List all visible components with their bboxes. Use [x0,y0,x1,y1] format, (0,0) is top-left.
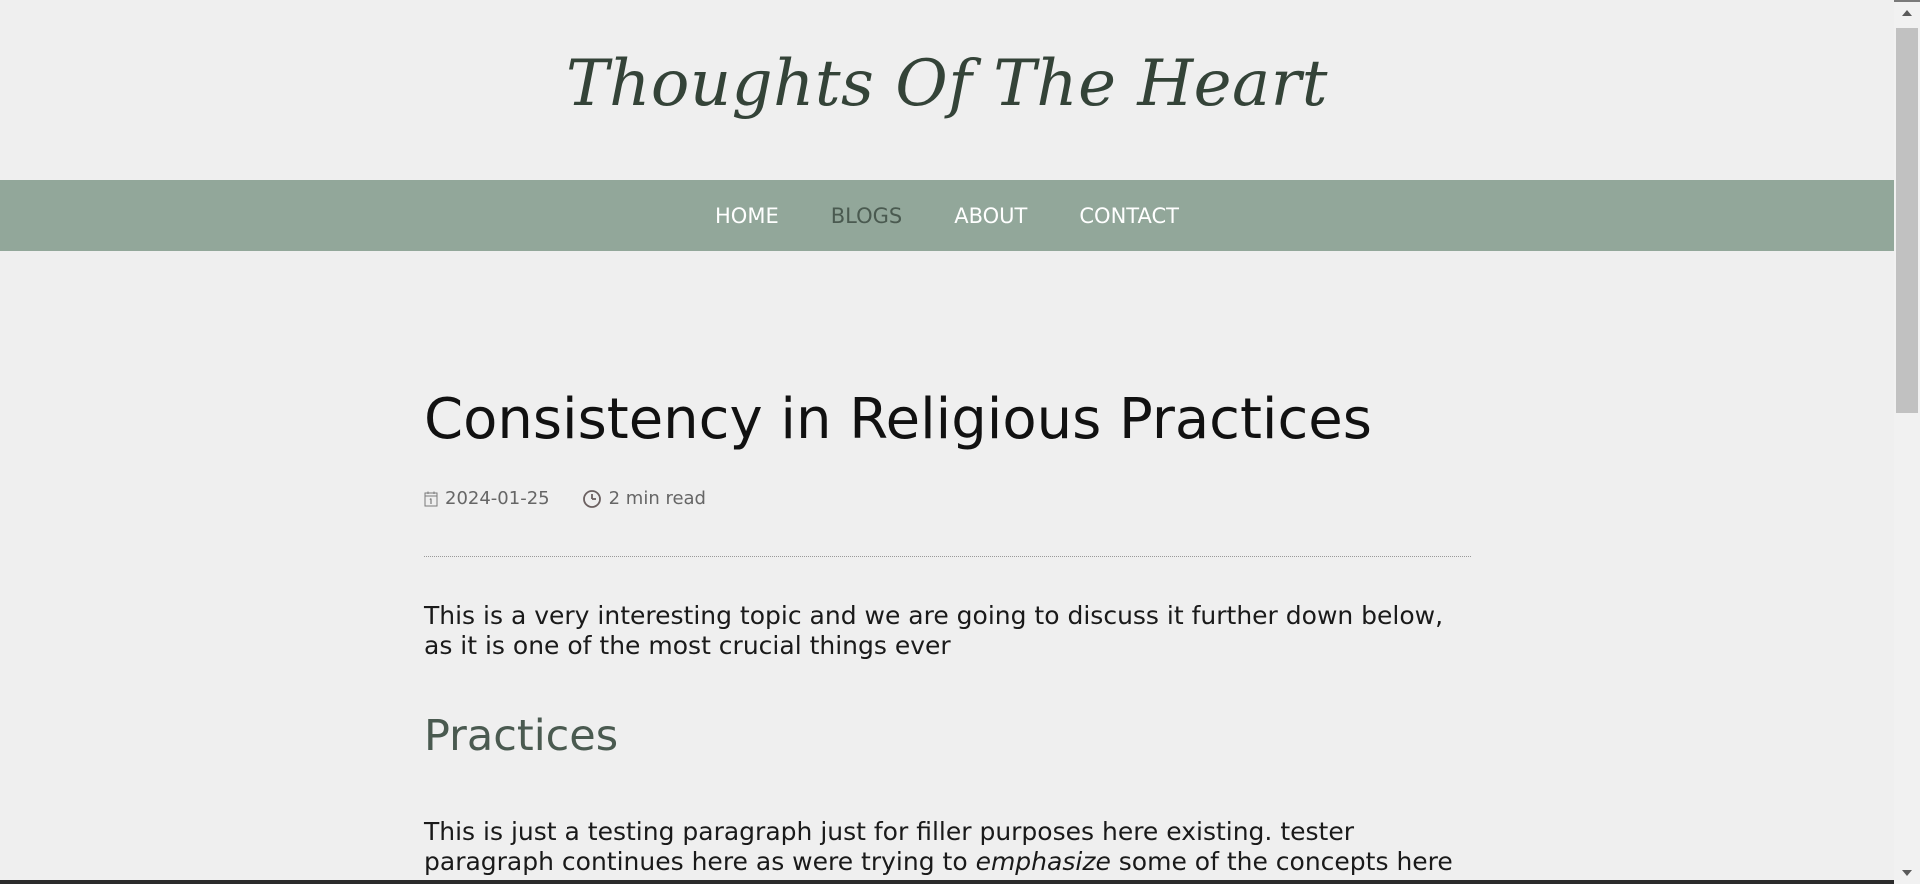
nav-about-link[interactable]: ABOUT [954,203,1027,229]
scrollbar-thumb[interactable] [1896,28,1918,413]
scroll-up-arrow-icon[interactable] [1902,10,1912,16]
calendar-icon [424,491,438,507]
body-emphasis: emphasize [975,847,1111,876]
post-title: Consistency in Religious Practices [424,387,1372,452]
post-date-text: 2024-01-25 [445,488,550,509]
meta-divider [424,556,1471,557]
vertical-scrollbar[interactable] [1894,2,1920,884]
intro-paragraph: This is a very interesting topic and we … [424,601,1444,660]
site-title[interactable]: Thoughts Of The Heart [0,44,1894,124]
section-heading: Practices [424,711,619,761]
page: Thoughts Of The Heart HOME BLOGS ABOUT C… [0,0,1894,884]
clock-icon [582,489,602,509]
nav-blogs-link[interactable]: BLOGS [831,203,903,229]
read-time-text: 2 min read [608,488,706,509]
main-navbar: HOME BLOGS ABOUT CONTACT [0,180,1894,251]
post-date: 2024-01-25 [424,487,550,511]
scroll-down-arrow-icon[interactable] [1902,870,1912,876]
post-meta: 2024-01-25 2 min read [424,487,706,511]
site-header: Thoughts Of The Heart [0,2,1894,180]
nav-home-link[interactable]: HOME [715,203,779,229]
nav-contact-link[interactable]: CONTACT [1079,203,1179,229]
body-paragraph: This is just a testing paragraph just fo… [424,817,1471,884]
post-read-time: 2 min read [582,487,706,511]
window-bottom-edge [0,880,1894,884]
